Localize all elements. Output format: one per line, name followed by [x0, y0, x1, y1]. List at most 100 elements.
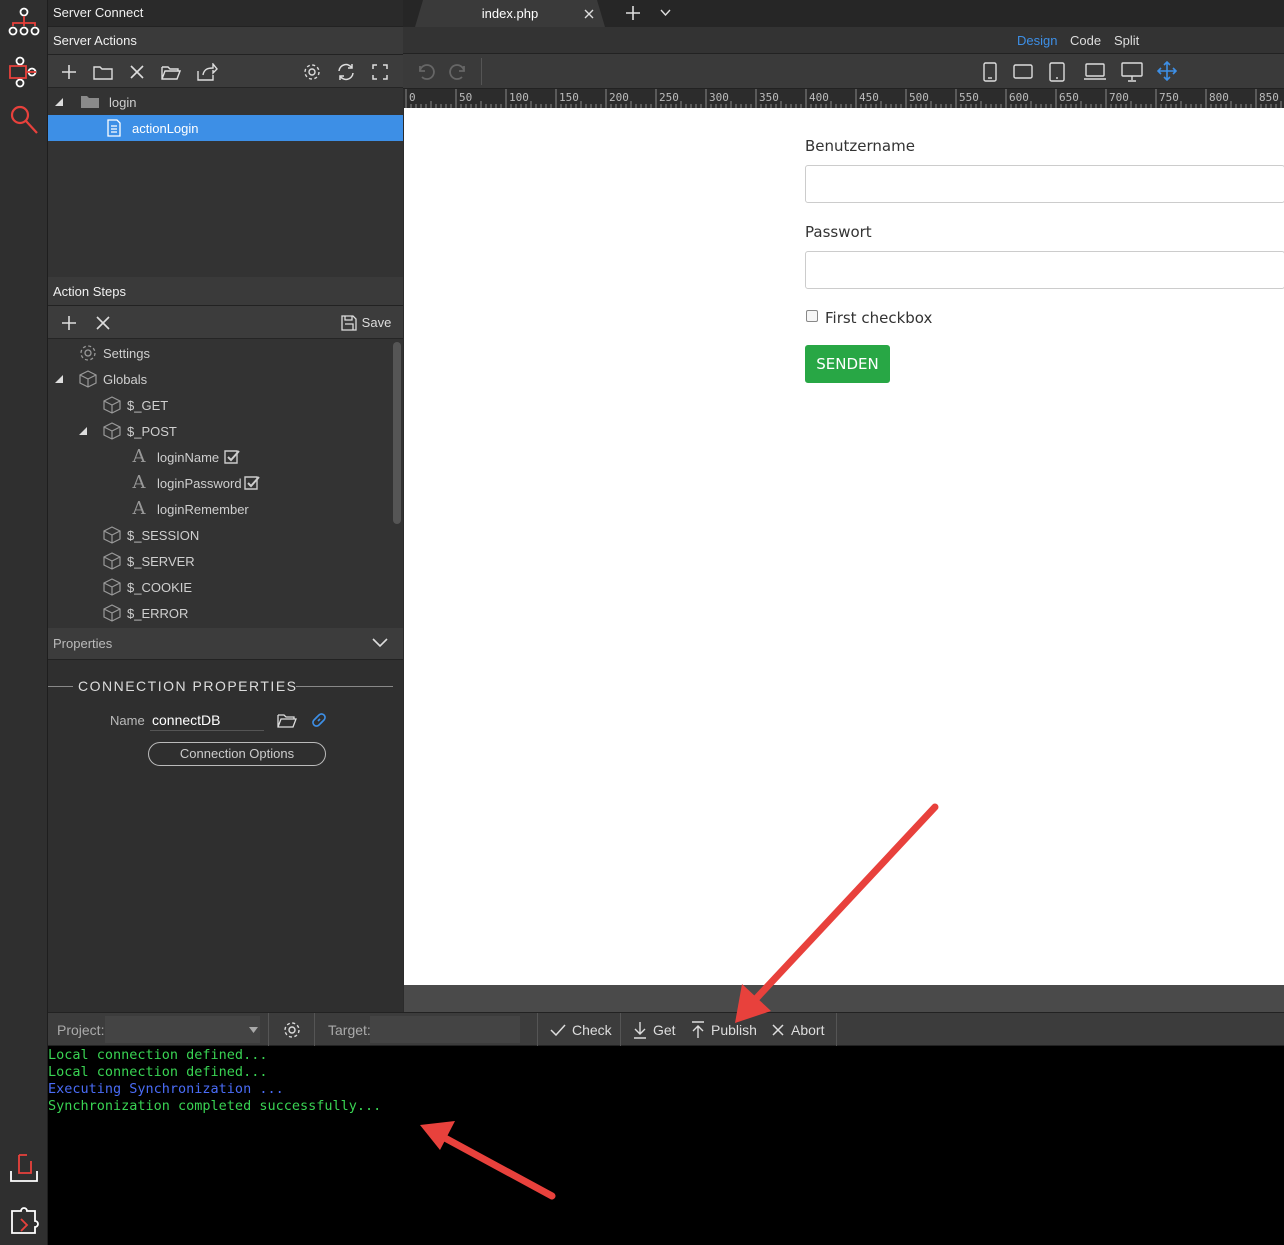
ruler-label: 800	[1209, 91, 1229, 104]
link-icon[interactable]	[310, 711, 328, 729]
ruler-label: 300	[709, 91, 729, 104]
desktop-icon[interactable]	[1121, 62, 1143, 82]
text-type-icon: A	[132, 497, 146, 519]
console-line: Local connection defined...	[48, 1064, 268, 1080]
share-icon[interactable]	[194, 55, 220, 88]
ruler-label: 200	[609, 91, 629, 104]
cube-icon	[102, 421, 122, 441]
cube-icon	[102, 603, 122, 623]
tree-item-session[interactable]: $_SESSION	[48, 522, 393, 548]
properties-body: CONNECTION PROPERTIES Name connectDB Con…	[48, 660, 403, 1012]
download-icon[interactable]	[0, 1145, 48, 1193]
cube-icon	[102, 525, 122, 545]
tree-item-post[interactable]: $_POST	[48, 418, 393, 444]
view-tab-split[interactable]: Split	[1114, 27, 1139, 54]
checkbox-label: First checkbox	[825, 309, 933, 327]
new-tab-icon[interactable]	[625, 5, 641, 21]
first-checkbox[interactable]	[806, 310, 818, 322]
check-button[interactable]: Check	[550, 1013, 612, 1047]
close-tab-icon[interactable]	[584, 9, 594, 19]
tree-item-label: $_POST	[127, 423, 177, 439]
design-canvas: Benutzername Passwort First checkbox SEN…	[404, 108, 1284, 985]
publish-button[interactable]: Publish	[691, 1013, 757, 1047]
connection-name-field[interactable]: connectDB	[150, 709, 264, 731]
expand-triangle-icon[interactable]	[78, 426, 88, 436]
tree-item-error[interactable]: $_ERROR	[48, 600, 393, 626]
target-select[interactable]	[370, 1016, 520, 1043]
add-icon[interactable]	[56, 55, 82, 88]
save-label: Save	[361, 315, 392, 330]
server-actions-toolbar	[48, 55, 403, 88]
tree-item-label: loginRemember	[157, 501, 249, 517]
tab-index-php[interactable]: index.php	[415, 0, 605, 27]
properties-title: Properties	[53, 636, 113, 651]
fullscreen-icon[interactable]	[367, 55, 393, 88]
gear-icon[interactable]	[299, 55, 325, 88]
chevron-down-icon[interactable]	[372, 638, 388, 648]
upload-arrow-icon	[692, 1021, 704, 1038]
abort-button[interactable]: Abort	[772, 1013, 824, 1047]
ruler-label: 400	[809, 91, 829, 104]
tree-item-login[interactable]: login	[48, 89, 393, 115]
ruler-label: 50	[459, 91, 472, 104]
refresh-icon[interactable]	[333, 55, 359, 88]
view-tab-design[interactable]: Design	[1017, 27, 1057, 54]
console-line: Local connection defined...	[48, 1047, 268, 1063]
project-select[interactable]	[105, 1016, 260, 1043]
move-icon[interactable]	[1157, 61, 1177, 81]
abort-label: Abort	[791, 1022, 825, 1038]
properties-header[interactable]: Properties	[48, 628, 403, 660]
tree-item-cookie[interactable]: $_COOKIE	[48, 574, 393, 600]
file-icon	[104, 118, 124, 138]
tree-item-actionlogin[interactable]: actionLogin	[48, 115, 403, 141]
gear-icon[interactable]	[283, 1021, 301, 1039]
phone-landscape-icon[interactable]	[1013, 64, 1033, 79]
console-line: Executing Synchronization ...	[48, 1081, 284, 1097]
delete-icon[interactable]	[124, 55, 150, 88]
search-icon[interactable]	[0, 96, 48, 144]
undo-icon[interactable]	[415, 62, 435, 82]
tree-item-settings[interactable]: Settings	[48, 340, 393, 366]
download-arrow-icon	[634, 1022, 646, 1039]
laptop-icon[interactable]	[1083, 63, 1107, 81]
save-button[interactable]: Save	[338, 306, 394, 339]
ruler-label: 100	[509, 91, 529, 104]
tree-item-loginpassword[interactable]: A loginPassword	[48, 470, 393, 496]
tree-item-server[interactable]: $_SERVER	[48, 548, 393, 574]
puzzle-icon[interactable]	[0, 1195, 48, 1243]
username-input[interactable]	[805, 165, 1284, 203]
password-input[interactable]	[805, 251, 1284, 289]
redo-icon[interactable]	[449, 62, 469, 82]
expand-triangle-icon[interactable]	[54, 374, 64, 384]
abort-icon	[772, 1024, 784, 1036]
tree-item-label: Settings	[103, 345, 150, 361]
check-icon	[550, 1024, 566, 1036]
ruler: 0 50 100 150 200 250 300 350 400 450 500 550 600 650 7…	[403, 89, 1284, 108]
remove-step-icon[interactable]	[90, 306, 116, 339]
flow-icon[interactable]	[0, 48, 48, 96]
cube-icon	[102, 395, 122, 415]
tablet-icon[interactable]	[1049, 62, 1065, 82]
steps-scrollbar[interactable]	[393, 342, 401, 524]
activity-bar	[0, 0, 48, 1245]
server-connect-icon[interactable]	[0, 0, 48, 48]
view-tab-code[interactable]: Code	[1070, 27, 1101, 54]
get-button[interactable]: Get	[633, 1013, 676, 1047]
chevron-down-icon[interactable]	[660, 9, 671, 16]
tree-item-loginremember[interactable]: A loginRemember	[48, 496, 393, 522]
tree-item-label: login	[109, 94, 137, 110]
tree-item-loginname[interactable]: A loginName	[48, 444, 393, 470]
tree-item-label: loginName	[157, 449, 220, 465]
phone-portrait-icon[interactable]	[983, 62, 997, 82]
open-folder-icon[interactable]	[158, 55, 184, 88]
tree-item-get[interactable]: $_GET	[48, 392, 393, 418]
add-step-icon[interactable]	[56, 306, 82, 339]
expand-triangle-icon[interactable]	[54, 97, 64, 107]
dropdown-arrow-icon[interactable]	[249, 1027, 258, 1033]
connection-options-button[interactable]: Connection Options	[148, 742, 326, 766]
tree-item-globals[interactable]: Globals	[48, 366, 393, 392]
submit-button[interactable]: SENDEN	[805, 345, 890, 383]
name-label: Name	[110, 713, 145, 728]
new-folder-icon[interactable]	[90, 55, 116, 88]
open-folder-icon[interactable]	[277, 712, 297, 728]
